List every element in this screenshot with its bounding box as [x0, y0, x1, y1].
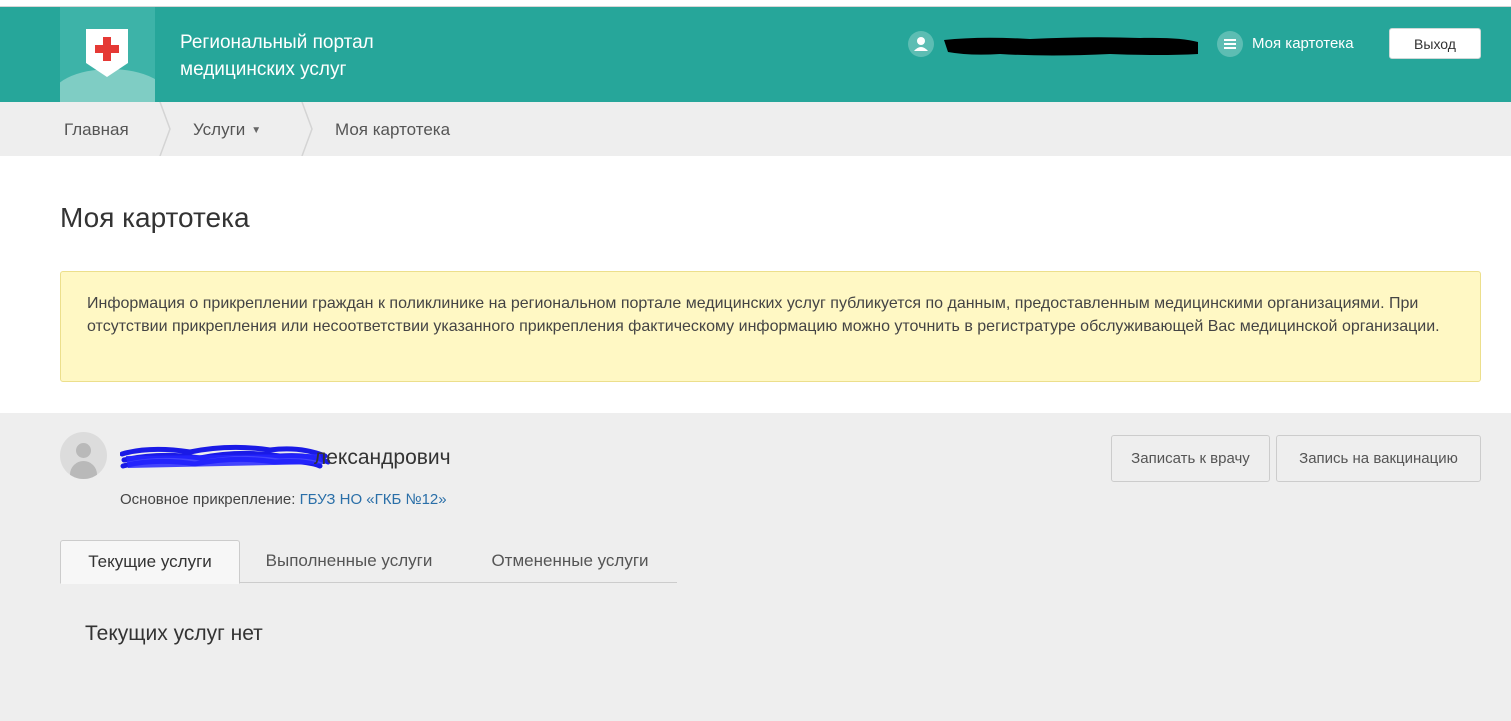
medical-cross-shield-icon — [86, 29, 128, 77]
site-title-line1: Региональный портал — [180, 32, 374, 53]
redacted-patient-name — [120, 444, 330, 469]
patient-name: лександрович — [314, 446, 451, 469]
tab-current-services[interactable]: Текущие услуги — [60, 540, 240, 584]
user-icon — [908, 31, 934, 57]
book-vaccination-button[interactable]: Запись на вакцинацию — [1276, 435, 1481, 482]
breadcrumb-item-my-card: Моя картотека — [335, 120, 451, 139]
site-title-line2: медицинских услуг — [180, 59, 347, 80]
book-doctor-button[interactable]: Записать к врачу — [1111, 435, 1270, 482]
empty-services-message: Текущих услуг нет — [85, 622, 263, 645]
breadcrumb-item-services[interactable]: Услуги ▼ — [193, 120, 261, 140]
breadcrumb-separator — [301, 102, 313, 156]
site-title[interactable]: Региональный портал медицинских услуг — [180, 29, 374, 83]
breadcrumb: Главная Услуги ▼ Моя картотека — [0, 102, 1511, 156]
page-title: Моя картотека — [60, 202, 250, 233]
avatar-head-shape — [76, 443, 91, 458]
attachment-org-link[interactable]: ГБУЗ НО «ГКБ №12» — [300, 491, 447, 508]
attachment-info-notice: Информация о прикреплении граждан к поли… — [60, 271, 1481, 382]
caret-down-icon: ▼ — [251, 125, 262, 136]
services-tabs: Текущие услуги Выполненные услуги Отмене… — [60, 540, 677, 584]
breadcrumb-services-label: Услуги — [193, 120, 246, 139]
avatar-body-shape — [70, 461, 97, 479]
site-logo[interactable] — [60, 7, 155, 103]
redacted-username[interactable] — [940, 34, 1202, 58]
site-header: Региональный портал медицинских услуг Мо… — [0, 6, 1511, 103]
tab-completed-services[interactable]: Выполненные услуги — [250, 540, 448, 583]
breadcrumb-separator — [159, 102, 171, 156]
menu-list-icon — [1217, 31, 1243, 57]
breadcrumb-item-home[interactable]: Главная — [64, 120, 129, 140]
attachment-label: Основное прикрепление: — [120, 491, 296, 508]
logout-button[interactable]: Выход — [1389, 28, 1481, 59]
tab-cancelled-services[interactable]: Отмененные услуги — [474, 540, 666, 583]
header-my-card-link[interactable]: Моя картотека — [1252, 35, 1354, 52]
primary-attachment: Основное прикрепление: ГБУЗ НО «ГКБ №12» — [120, 491, 447, 508]
avatar — [60, 432, 107, 479]
